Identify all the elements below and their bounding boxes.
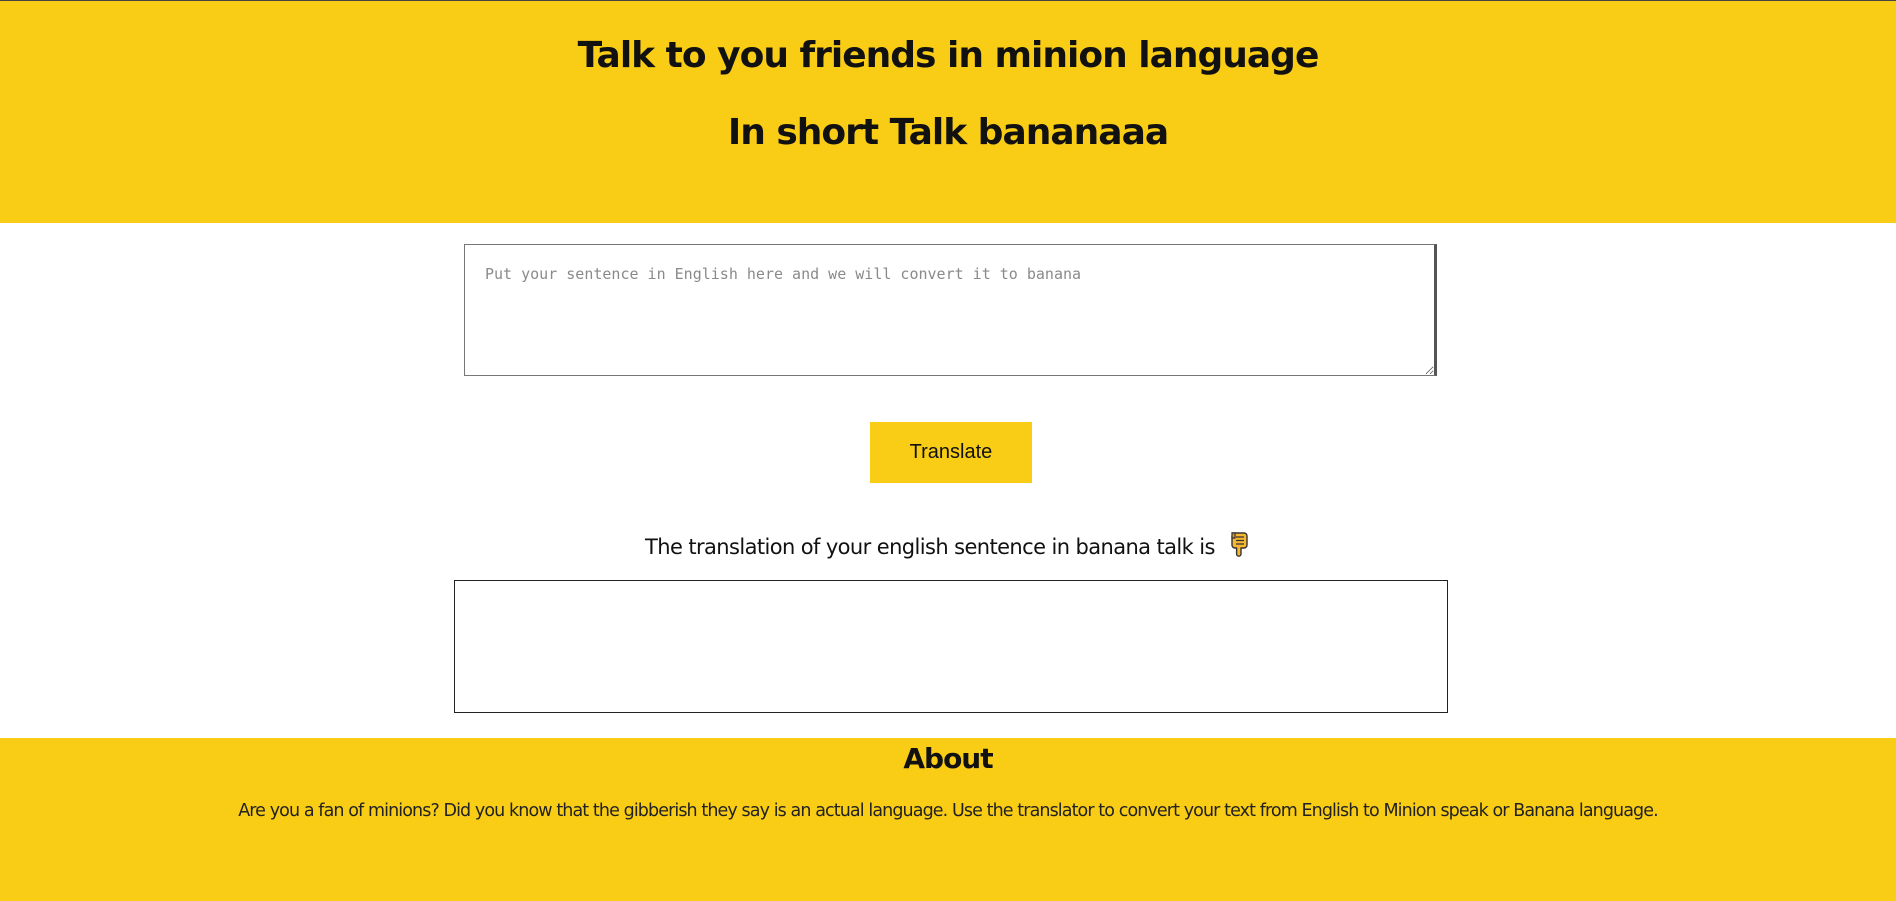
page-title: Talk to you friends in minion language bbox=[577, 35, 1320, 76]
result-label: The translation of your english sentence… bbox=[645, 535, 1215, 559]
about-text: Are you a fan of minions? Did you know t… bbox=[238, 801, 1659, 821]
translation-output bbox=[454, 580, 1448, 713]
page-subtitle: In short Talk bananaaa bbox=[727, 112, 1169, 153]
translate-button[interactable]: Translate bbox=[870, 422, 1032, 483]
result-label-row: The translation of your english sentence… bbox=[0, 530, 1896, 559]
page: Talk to you friends in minion language I… bbox=[0, 0, 1896, 901]
header-banner: Talk to you friends in minion language I… bbox=[0, 1, 1896, 223]
about-title: About bbox=[903, 742, 993, 775]
english-input[interactable] bbox=[464, 244, 1437, 376]
pointing-down-hand-icon bbox=[1227, 530, 1251, 558]
about-section: About Are you a fan of minions? Did you … bbox=[0, 738, 1896, 901]
